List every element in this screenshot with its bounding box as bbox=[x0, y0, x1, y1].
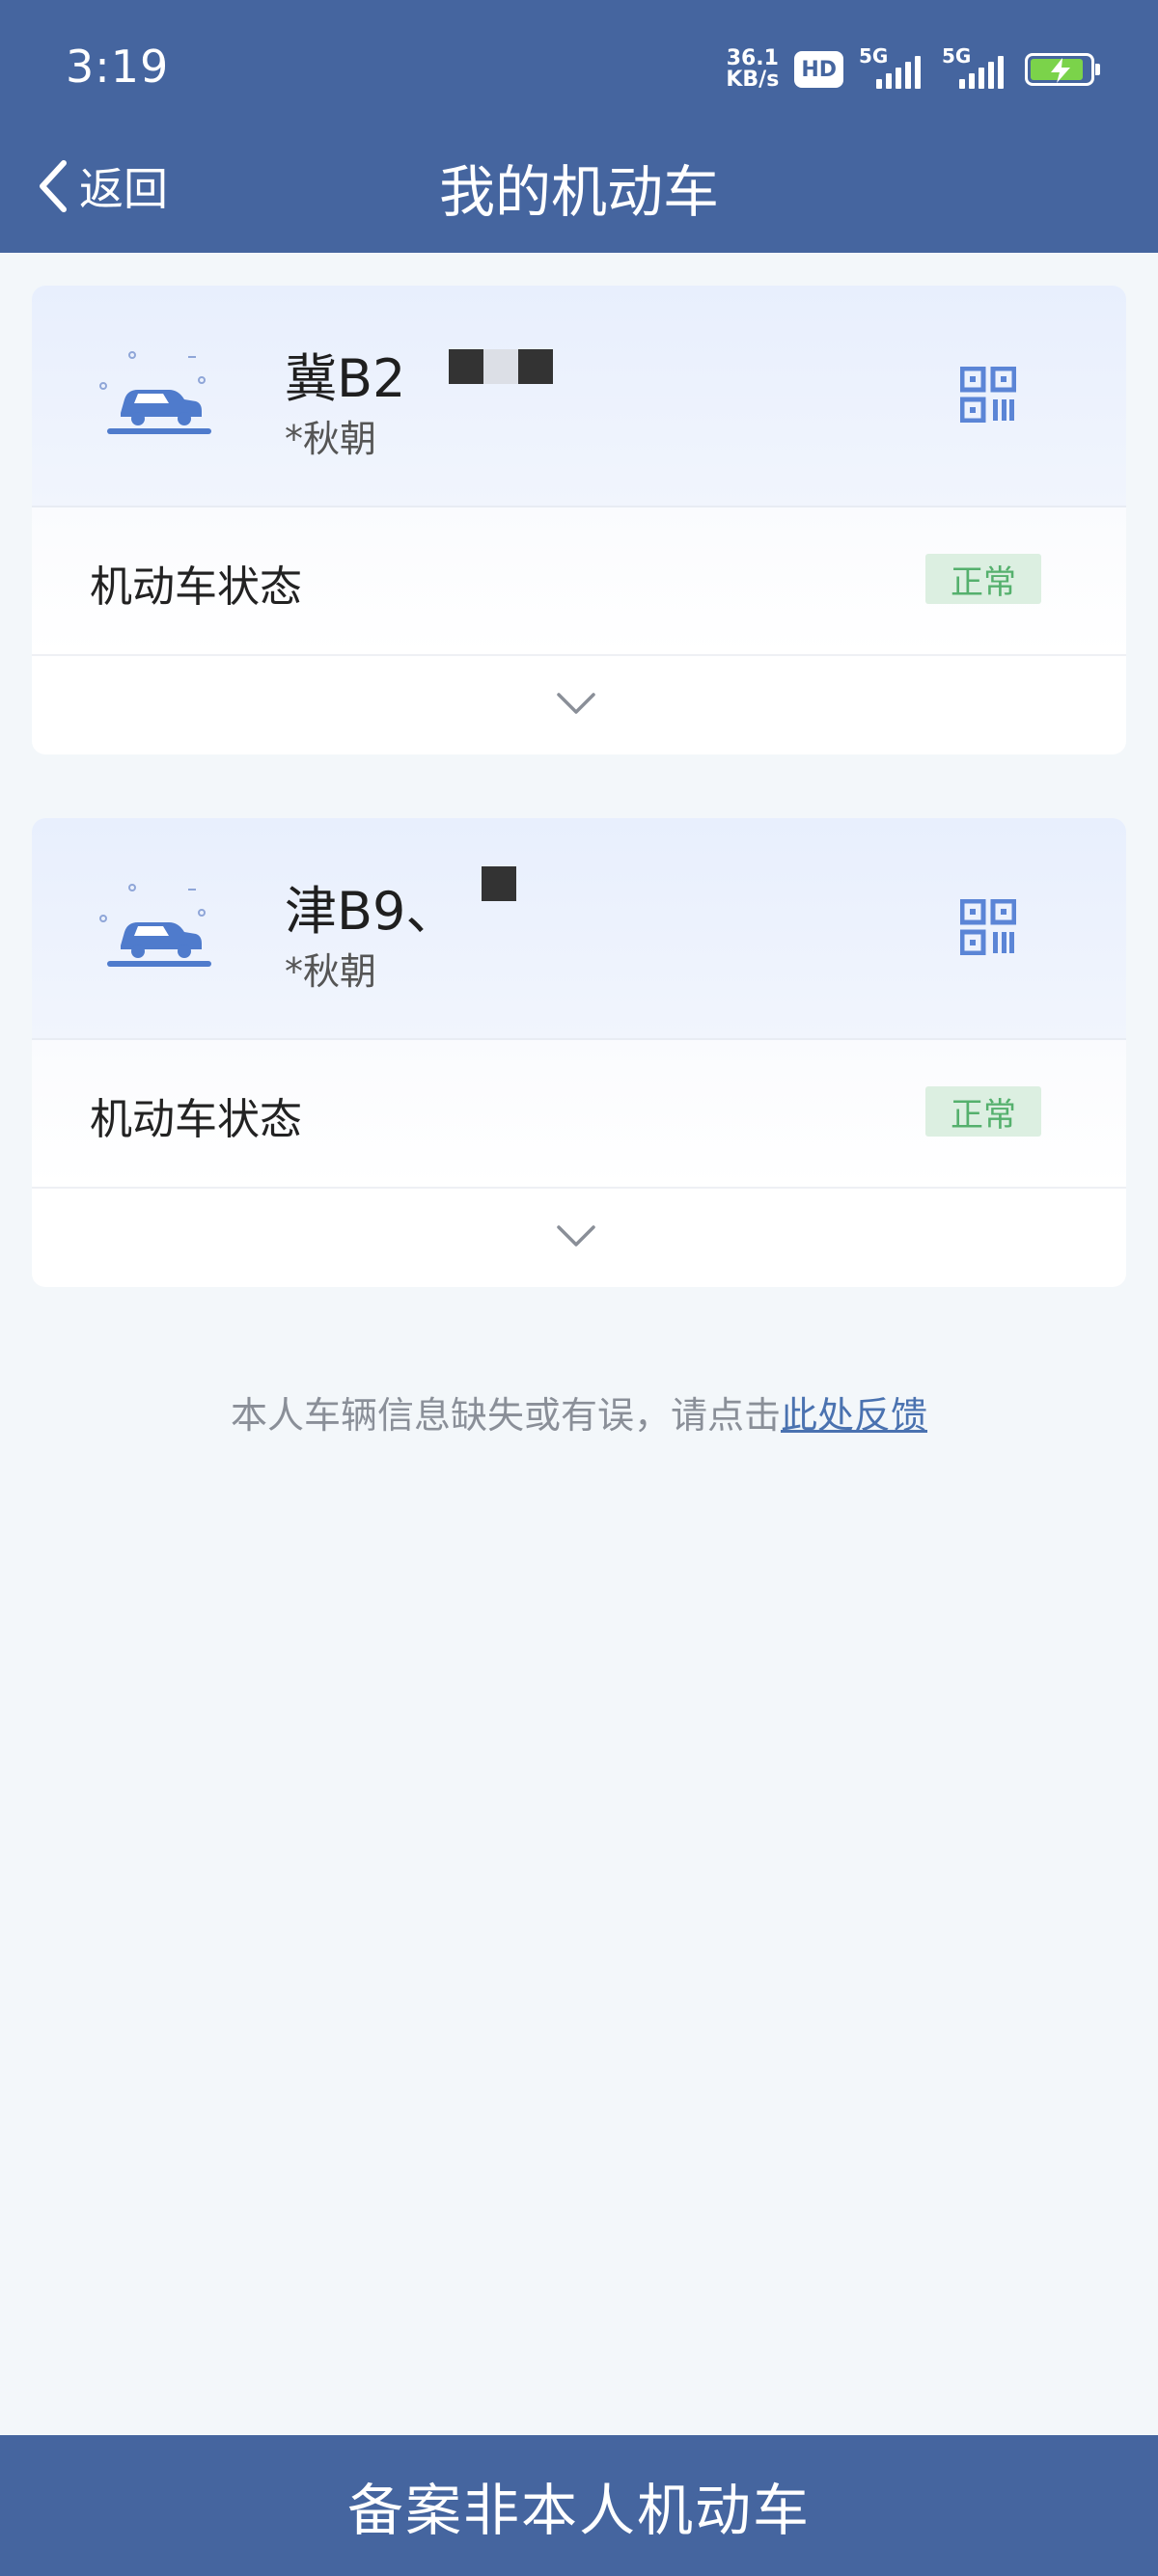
plate-number: 津B9、 bbox=[285, 881, 458, 942]
vehicle-status-row: 机动车状态 正常 bbox=[32, 507, 1126, 656]
signal-icon-2: 5G bbox=[942, 44, 1009, 89]
status-badge: 正常 bbox=[925, 1086, 1041, 1137]
vehicle-status-label: 机动车状态 bbox=[90, 1095, 302, 1144]
network-speed: 36.1 KB/s bbox=[726, 48, 779, 91]
qr-code-icon[interactable] bbox=[960, 899, 1016, 955]
vehicle-status-label: 机动车状态 bbox=[90, 562, 302, 612]
charging-bolt-icon bbox=[1051, 58, 1070, 83]
vehicle-card: 津B9、 *秋朝 机动车状态 正常 bbox=[32, 818, 1126, 1287]
signal-1-label: 5G bbox=[859, 44, 889, 68]
vehicle-card-header[interactable]: 冀B2 *秋朝 bbox=[32, 286, 1126, 507]
expand-toggle[interactable] bbox=[32, 1189, 1126, 1287]
plate-number: 冀B2 bbox=[285, 348, 406, 409]
status-time: 3:19 bbox=[66, 41, 170, 93]
top-bar: 3:19 36.1 KB/s HD 5G 5G 返回 我的机动车 bbox=[0, 0, 1158, 253]
vehicle-card: 冀B2 *秋朝 机动车状态 正常 bbox=[32, 286, 1126, 754]
plate-redaction bbox=[449, 349, 553, 384]
signal-2-label: 5G bbox=[942, 44, 972, 68]
register-other-vehicle-button[interactable]: 备案非本人机动车 bbox=[0, 2435, 1158, 2576]
expand-toggle[interactable] bbox=[32, 656, 1126, 754]
feedback-text: 本人车辆信息缺失或有误，请点击 bbox=[230, 1394, 781, 1437]
qr-code-icon[interactable] bbox=[960, 367, 1016, 423]
chevron-down-icon bbox=[557, 1225, 595, 1247]
status-badge: 正常 bbox=[925, 554, 1041, 604]
signal-icon-1: 5G bbox=[859, 44, 926, 89]
vehicle-card-header[interactable]: 津B9、 *秋朝 bbox=[32, 818, 1126, 1040]
hd-label: HD bbox=[801, 57, 837, 82]
car-icon bbox=[99, 351, 211, 434]
chevron-down-icon bbox=[557, 693, 595, 714]
car-icon bbox=[99, 884, 211, 967]
page-title: 我的机动车 bbox=[438, 159, 719, 225]
vehicle-status-row: 机动车状态 正常 bbox=[32, 1040, 1126, 1189]
feedback-link[interactable]: 此处反馈 bbox=[781, 1394, 927, 1437]
network-speed-value: 36.1 bbox=[726, 46, 779, 70]
network-speed-unit: KB/s bbox=[726, 68, 780, 92]
status-icons: 36.1 KB/s HD 5G 5G bbox=[726, 44, 1100, 93]
battery-icon bbox=[1025, 53, 1100, 86]
plate-redaction bbox=[482, 866, 516, 901]
owner-name: *秋朝 bbox=[285, 950, 377, 993]
owner-name: *秋朝 bbox=[285, 418, 377, 460]
feedback-line: 本人车辆信息缺失或有误，请点击此处反馈 bbox=[0, 1385, 1158, 1439]
hd-icon: HD bbox=[794, 51, 843, 88]
